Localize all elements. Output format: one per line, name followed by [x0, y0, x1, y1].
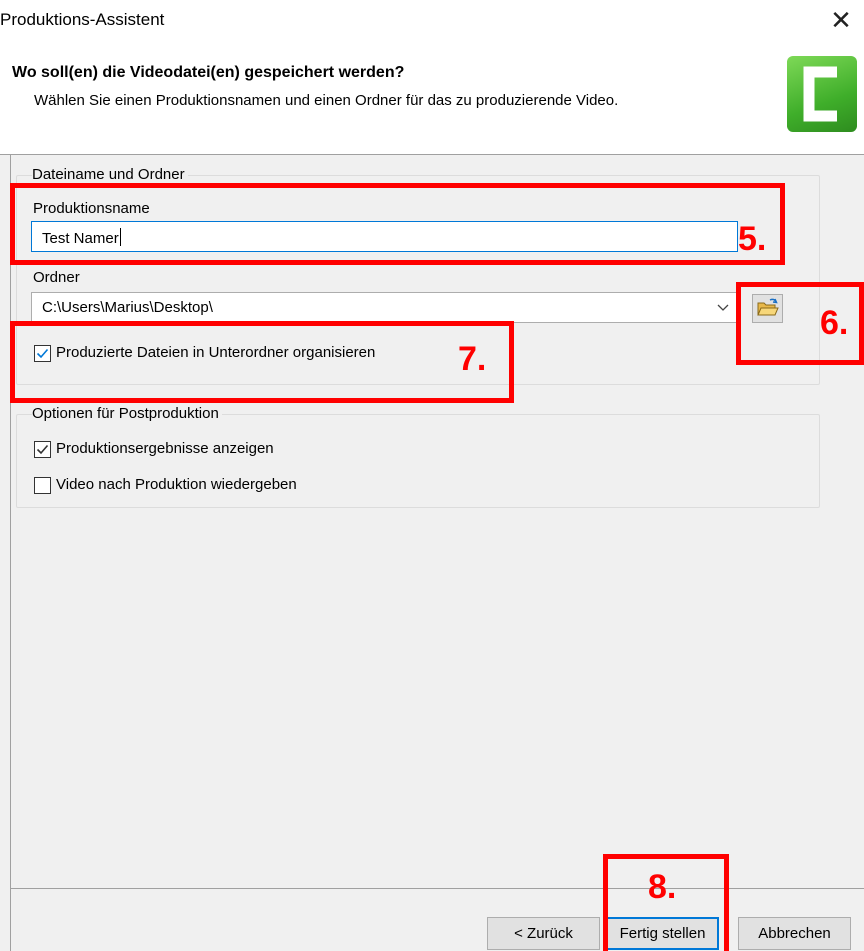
camtasia-logo-icon [787, 56, 857, 132]
checkmark-icon [36, 444, 49, 455]
folder-path-value: C:\Users\Marius\Desktop\ [42, 299, 213, 316]
close-icon[interactable]: ✕ [824, 4, 858, 38]
annotation-number-6: 6. [820, 304, 849, 342]
wizard-header: Wo soll(en) die Videodatei(en) gespeiche… [0, 42, 864, 155]
show-results-label: Produktionsergebnisse anzeigen [56, 440, 274, 457]
cancel-button[interactable]: Abbrechen [738, 917, 851, 950]
chevron-down-icon[interactable] [715, 299, 731, 315]
page-heading: Wo soll(en) die Videodatei(en) gespeiche… [12, 64, 405, 81]
page-subtext: Wählen Sie einen Produktionsnamen und ei… [34, 92, 619, 109]
annotation-box-5 [10, 183, 785, 265]
play-video-checkbox-row[interactable]: Video nach Produktion wiedergeben [34, 476, 434, 498]
annotation-number-8: 8. [648, 868, 677, 906]
annotation-box-7 [10, 321, 514, 403]
show-results-checkbox-row[interactable]: Produktionsergebnisse anzeigen [34, 440, 434, 462]
title-bar: Produktions-Assistent ✕ [0, 0, 864, 42]
play-video-label: Video nach Produktion wiedergeben [56, 476, 297, 493]
left-border [10, 155, 11, 951]
window-title: Produktions-Assistent [0, 10, 165, 29]
show-results-checkbox[interactable] [34, 441, 51, 458]
folder-label: Ordner [33, 269, 80, 286]
back-button[interactable]: < Zurück [487, 917, 600, 950]
annotation-number-5: 5. [738, 220, 767, 258]
annotation-number-7: 7. [458, 340, 487, 378]
folder-combobox[interactable]: C:\Users\Marius\Desktop\ [31, 292, 738, 323]
play-video-checkbox[interactable] [34, 477, 51, 494]
production-wizard-window: Produktions-Assistent ✕ Wo soll(en) die … [0, 0, 864, 951]
footer-separator [10, 888, 864, 889]
file-and-folder-group-label: Dateiname und Ordner [32, 166, 188, 183]
post-production-group-label: Optionen für Postproduktion [32, 405, 222, 422]
